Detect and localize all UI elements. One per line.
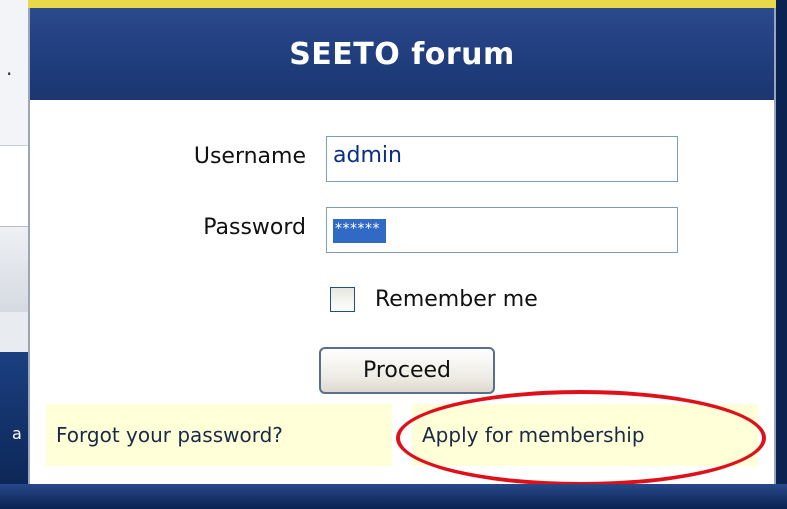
background-desktop-fragment: a — [12, 424, 22, 443]
taskbar-band — [0, 484, 787, 509]
username-label: Username — [193, 144, 306, 169]
forgot-password-link[interactable]: Forgot your password? — [46, 404, 392, 466]
password-label: Password — [203, 215, 306, 240]
remember-me-row[interactable]: Remember me — [330, 287, 538, 312]
password-masked-value: ****** — [333, 219, 386, 243]
login-panel: SEETO forum Username admin Password ****… — [28, 8, 776, 509]
password-field[interactable]: ****** — [326, 207, 678, 253]
panel-title: SEETO forum — [30, 8, 774, 100]
background-panel — [0, 312, 30, 352]
apply-membership-link-text[interactable]: Apply for membership — [422, 423, 645, 447]
username-field[interactable]: admin — [326, 136, 678, 182]
background-window-body — [0, 146, 30, 226]
remember-me-label[interactable]: Remember me — [375, 287, 538, 312]
background-window: . — [0, 0, 30, 146]
proceed-button[interactable]: Proceed — [319, 347, 495, 394]
background-toolbar: a — [0, 226, 30, 504]
apply-membership-link[interactable]: Apply for membership — [412, 404, 758, 466]
username-value: admin — [333, 143, 402, 168]
forgot-password-link-text[interactable]: Forgot your password? — [56, 423, 283, 447]
background-text-fragment: . — [6, 56, 13, 80]
remember-me-checkbox[interactable] — [330, 287, 355, 312]
